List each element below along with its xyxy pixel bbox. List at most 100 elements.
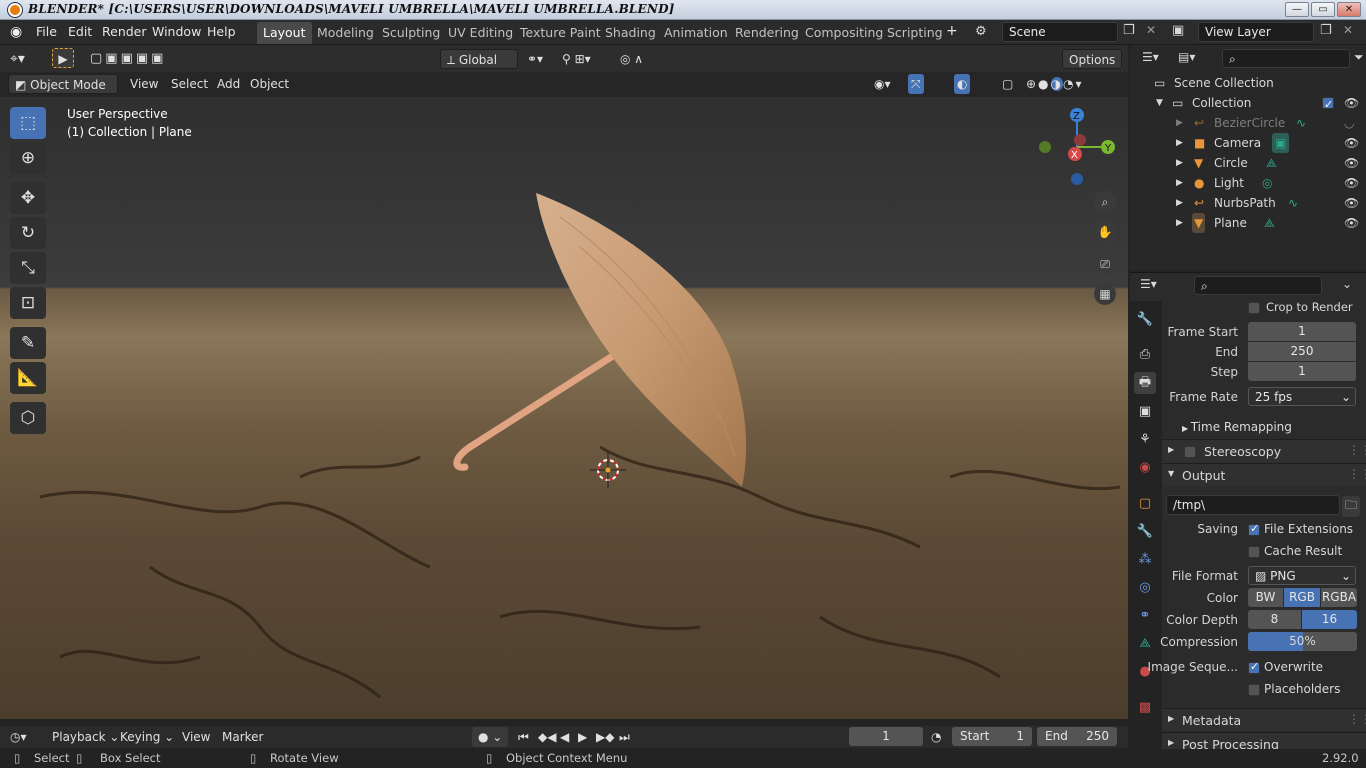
tab-compositing[interactable]: Compositing [799, 22, 889, 44]
eye-icon[interactable]: 👁 [1344, 173, 1359, 193]
duplicate-view-layer-icon[interactable]: ❐ [1320, 23, 1332, 38]
output-path-input[interactable]: /tmp\ [1166, 495, 1340, 515]
outliner-item-nurbspath[interactable]: ▶ ↩ NurbsPath ∿ 👁 [1130, 193, 1366, 213]
object-tab-icon[interactable]: ▢ [1134, 493, 1156, 515]
tab-texture-paint[interactable]: Texture Paint [514, 22, 607, 44]
outliner-item-light[interactable]: ▶ ● Light ◎ 👁 [1130, 173, 1366, 193]
tab-sculpting[interactable]: Sculpting [376, 22, 446, 44]
record-icon[interactable]: ● ⌄ [472, 727, 509, 747]
remove-view-layer-icon[interactable]: ✕ [1343, 23, 1353, 37]
drag-handle-icon[interactable]: ⋮⋮ [1348, 467, 1366, 481]
filter-icon[interactable]: ⏷ [1354, 50, 1364, 65]
menu-file[interactable]: File [36, 24, 57, 39]
object-mode-dropdown[interactable]: ◩ Object Mode [8, 74, 118, 94]
annotate-tool[interactable]: ✎ [10, 327, 46, 359]
tab-scripting[interactable]: Scripting [881, 22, 949, 44]
transform-orientation-dropdown[interactable]: ⟂ Global [440, 49, 518, 69]
snap-icon[interactable]: ⚲ ⊞▾ [562, 49, 591, 69]
jump-start-icon[interactable]: ⏮ [518, 727, 529, 747]
rotate-tool[interactable]: ↻ [10, 217, 46, 249]
pan-hand-icon[interactable]: ✋ [1094, 221, 1116, 243]
marker-menu[interactable]: Marker [222, 727, 263, 747]
frame-end-field[interactable]: 250 [1248, 342, 1356, 361]
view-layer-field[interactable]: View Layer [1198, 22, 1314, 42]
eye-closed-icon[interactable]: ◡ [1344, 113, 1354, 133]
minimize-button[interactable]: — [1285, 2, 1309, 17]
tab-modeling[interactable]: Modeling [311, 22, 380, 44]
keying-menu[interactable]: Keying ⌄ [120, 727, 174, 747]
file-extensions-checkbox[interactable] [1248, 522, 1260, 536]
tab-layout[interactable]: Layout [257, 22, 312, 44]
expand-icon[interactable]: ▶ [1176, 193, 1183, 213]
duplicate-scene-icon[interactable]: ❐ [1123, 23, 1135, 38]
shading-modes-icon[interactable]: ⊕●◑◔▾ [1026, 74, 1084, 94]
cache-result-checkbox[interactable] [1248, 546, 1260, 558]
output-panel-header[interactable]: ▼ Output ⋮⋮ [1162, 463, 1366, 487]
expand-icon[interactable]: ▶ [1176, 153, 1183, 173]
measure-tool[interactable]: 📐 [10, 362, 46, 394]
editor-type-icon[interactable]: ⌖▾ [10, 49, 25, 69]
menu-select[interactable]: Select [171, 74, 208, 94]
selection-mode-icons[interactable]: ▢▣▣▣▣ [90, 49, 166, 69]
chevron-down-icon[interactable]: ⌄ [1342, 277, 1352, 291]
drag-handle-icon[interactable]: ⋮⋮ [1348, 443, 1366, 457]
eye-icon[interactable]: 👁 [1344, 193, 1359, 213]
jump-end-icon[interactable]: ⏭ [619, 727, 630, 747]
tab-rendering[interactable]: Rendering [729, 22, 805, 44]
texture-tab-icon[interactable]: ▩ [1134, 697, 1156, 719]
time-remapping-panel[interactable]: ▶ Time Remapping [1182, 420, 1292, 434]
frame-start-field[interactable]: 1 [1248, 322, 1356, 341]
outliner-editor-icon[interactable]: ☰▾ [1142, 50, 1159, 64]
cursor-tool[interactable]: ⊕ [10, 142, 46, 174]
zoom-icon[interactable]: ⌕ [1094, 191, 1116, 213]
scene-name-field[interactable]: Scene [1002, 22, 1118, 42]
outliner-collection[interactable]: ▼ ▭ Collection 👁 [1130, 93, 1366, 115]
placeholders-checkbox[interactable] [1248, 684, 1260, 696]
ortho-grid-icon[interactable]: ▦ [1094, 283, 1116, 305]
outliner-item-plane[interactable]: ▶ ▼ Plane ⟁ 👁 [1130, 213, 1366, 233]
select-box-tool[interactable]: ⬚ [10, 107, 46, 139]
depth-16-button[interactable]: 16 [1302, 610, 1357, 629]
color-bw-button[interactable]: BW [1248, 588, 1283, 607]
expand-icon[interactable]: ▶ [1176, 213, 1183, 233]
close-window-button[interactable]: ✕ [1337, 2, 1361, 17]
drag-handle-icon[interactable]: ⋮⋮ [1348, 712, 1366, 726]
overwrite-checkbox[interactable] [1248, 660, 1260, 674]
overlay-toggle-icon[interactable]: ◐ [954, 74, 971, 94]
eye-icon[interactable]: 👁 [1344, 133, 1359, 153]
menu-edit[interactable]: Edit [68, 24, 92, 39]
eye-icon[interactable]: 👁 [1344, 93, 1359, 113]
clock-icon[interactable]: ◔ [931, 727, 941, 747]
properties-search-input[interactable]: ⌕ [1194, 276, 1322, 295]
expand-icon[interactable]: ▶ [1176, 113, 1183, 133]
next-keyframe-icon[interactable]: ▶◆ [596, 727, 614, 747]
outliner-scene-collection[interactable]: ▭ Scene Collection [1130, 73, 1366, 93]
properties-editor-icon[interactable]: ☰▾ [1140, 277, 1157, 291]
view-layer-tab-icon[interactable]: ▣ [1134, 401, 1156, 423]
play-icon[interactable]: ▶ [578, 727, 587, 747]
post-processing-panel[interactable]: ▶ Post Processing [1162, 732, 1366, 750]
scene-tab-icon[interactable]: ⚘ [1134, 429, 1156, 451]
scale-tool[interactable]: ⤡ [10, 252, 46, 284]
add-workspace-icon[interactable]: + [946, 23, 958, 39]
tab-uv-editing[interactable]: UV Editing [442, 22, 519, 44]
scene-icon[interactable]: ⚙ [975, 24, 987, 39]
xray-icon[interactable]: ▢ [1002, 74, 1013, 94]
camera-view-icon[interactable]: ⎚ [1094, 253, 1116, 275]
remove-scene-icon[interactable]: ✕ [1146, 23, 1156, 37]
options-dropdown[interactable]: Options [1062, 49, 1122, 69]
menu-object[interactable]: Object [250, 74, 289, 94]
display-mode-icon[interactable]: ▤▾ [1178, 50, 1195, 64]
eye-icon[interactable]: 👁 [1344, 213, 1359, 233]
expand-icon[interactable]: ▶ [1176, 133, 1183, 153]
transform-tool[interactable]: ⊡ [10, 287, 46, 319]
menu-add[interactable]: Add [217, 74, 240, 94]
tab-animation[interactable]: Animation [658, 22, 734, 44]
frame-step-field[interactable]: 1 [1248, 362, 1356, 381]
stereoscopy-checkbox[interactable] [1184, 446, 1196, 458]
stereoscopy-panel[interactable]: ▶ Stereoscopy ⋮⋮ [1162, 439, 1366, 463]
navigation-gizmo[interactable]: Z Y X [1039, 108, 1115, 185]
view-layer-icon[interactable]: ▣ [1172, 23, 1184, 38]
particles-tab-icon[interactable]: ⁂ [1134, 549, 1156, 571]
menu-help[interactable]: Help [207, 24, 236, 39]
